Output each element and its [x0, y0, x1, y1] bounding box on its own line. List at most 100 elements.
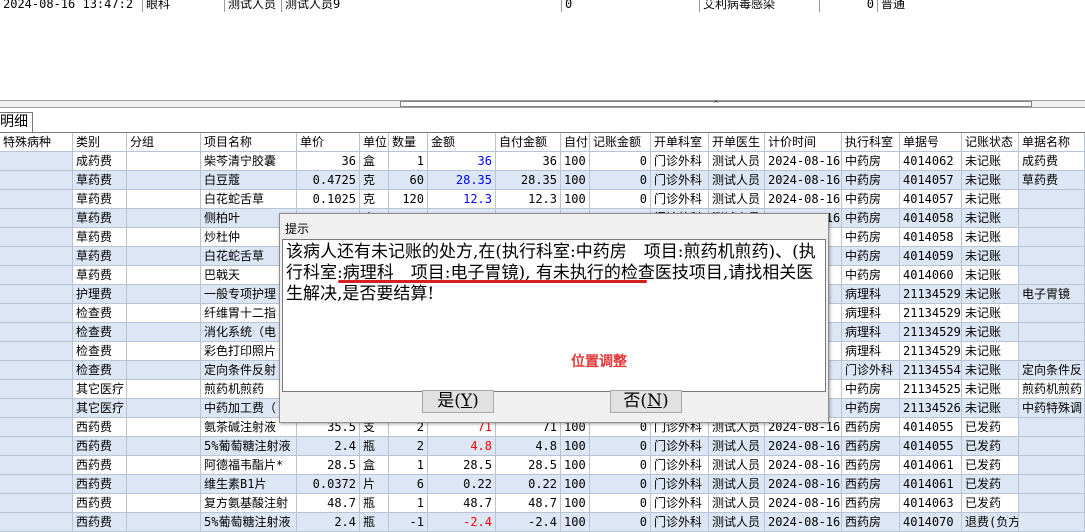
- cell-doc-name: [1019, 209, 1085, 228]
- panel-splitter[interactable]: ^: [0, 100, 1085, 108]
- cell-charge-status: 未记账: [962, 342, 1019, 361]
- cell-charge-time: 2024-08-16: [765, 475, 842, 494]
- cell-doc-no: 4014057: [900, 190, 962, 209]
- cell-quantity: 1: [389, 494, 428, 513]
- cell-group: [127, 323, 201, 342]
- cell-charge-time: 2024-08-16: [765, 437, 842, 456]
- table-row[interactable]: 草药费 白花蛇舌草 0.1025 克 120 12.3 12.3 100 0 门诊外科 测试人员 20…: [0, 190, 1085, 209]
- cell-self-pay-ratio: 100: [561, 190, 590, 209]
- table-row[interactable]: 西药费 5%葡萄糖注射液 2.4 瓶 -1 -2.4 -2.4 100 0 门诊外科 测试人员 202…: [0, 513, 1085, 532]
- cell-special-disease: [0, 209, 73, 228]
- cell-charge-status: 未记账: [962, 399, 1019, 418]
- cell-doc-no: 4014055: [900, 418, 962, 437]
- column-header-exec-dept[interactable]: 执行科室: [842, 133, 900, 152]
- column-header-charge-status[interactable]: 记账状态: [962, 133, 1019, 152]
- cell-doc-no: 21134529: [900, 323, 962, 342]
- cell-doc-name: 定向条件反: [1019, 361, 1085, 380]
- column-header-charge-time[interactable]: 计价时间: [765, 133, 842, 152]
- cell-order-doctor: 测试人员: [709, 152, 765, 171]
- cell-item-name: 5%葡萄糖注射液: [201, 513, 297, 532]
- cell-charge-status: 已发药: [962, 418, 1019, 437]
- cell-unit: 盒: [360, 152, 389, 171]
- top-type: 普通: [881, 0, 906, 11]
- cell-order-doctor: 测试人员: [709, 190, 765, 209]
- cell-special-disease: [0, 418, 73, 437]
- column-header-amount[interactable]: 金额: [428, 133, 496, 152]
- grid-header: 特殊病种 类别 分组 项目名称 单价 单位 数量 金额 自付金额 自付 记账金额 开单科室 开单医生 计价…: [0, 133, 1085, 152]
- cell-doc-no: 4014058: [900, 228, 962, 247]
- column-header-doc-no[interactable]: 单据号: [900, 133, 962, 152]
- cell-charge-status: 已发药: [962, 475, 1019, 494]
- cell-category: 检查费: [73, 304, 127, 323]
- cell-category: 护理费: [73, 285, 127, 304]
- cell-charge-amount: 0: [590, 190, 651, 209]
- column-header-item-name[interactable]: 项目名称: [201, 133, 297, 152]
- cell-item-name: 5%葡萄糖注射液: [201, 437, 297, 456]
- cell-group: [127, 380, 201, 399]
- cell-unit-price: 0.0372: [297, 475, 360, 494]
- cell-group: [127, 152, 201, 171]
- column-header-self-pay-ratio[interactable]: 自付: [561, 133, 590, 152]
- column-header-category[interactable]: 类别: [73, 133, 127, 152]
- table-row[interactable]: 西药费 复方氨基酸注射 48.7 瓶 1 48.7 48.7 100 0 门诊外科 测试人员 2024…: [0, 494, 1085, 513]
- column-header-order-dept[interactable]: 开单科室: [651, 133, 709, 152]
- no-hotkey: N: [647, 391, 662, 411]
- cell-group: [127, 456, 201, 475]
- cell-unit-price: 0.4725: [297, 171, 360, 190]
- column-header-unit-price[interactable]: 单价: [297, 133, 360, 152]
- cell-order-dept: 门诊外科: [651, 475, 709, 494]
- cell-special-disease: [0, 437, 73, 456]
- cell-self-pay-amount: 36: [496, 152, 561, 171]
- column-header-unit[interactable]: 单位: [360, 133, 389, 152]
- cell-charge-status: 未记账: [962, 228, 1019, 247]
- cell-order-dept: 门诊外科: [651, 437, 709, 456]
- cell-item-name: 柴芩清宁胶囊: [201, 152, 297, 171]
- table-row[interactable]: 西药费 5%葡萄糖注射液 2.4 瓶 2 4.8 4.8 100 0 门诊外科 测试人员 2024-0…: [0, 437, 1085, 456]
- tab-detail[interactable]: 明细: [0, 112, 33, 132]
- cell-charge-time: 2024-08-16: [765, 494, 842, 513]
- column-header-self-pay-amount[interactable]: 自付金额: [496, 133, 561, 152]
- cell-unit-price: 2.4: [297, 513, 360, 532]
- cell-special-disease: [0, 494, 73, 513]
- column-header-quantity[interactable]: 数量: [389, 133, 428, 152]
- cell-group: [127, 475, 201, 494]
- cell-doc-no: 21134529: [900, 304, 962, 323]
- top-record-row[interactable]: 2024-08-16 13:47:2 眼科 测试人员 测试人员9 0 艾利病毒感…: [0, 0, 1085, 12]
- cell-charge-amount: 0: [590, 437, 651, 456]
- cell-category: 西药费: [73, 475, 127, 494]
- cell-exec-dept: 中药房: [842, 266, 900, 285]
- position-adjust-label[interactable]: 位置调整: [571, 351, 627, 371]
- cell-group: [127, 209, 201, 228]
- cell-order-dept: 门诊外科: [651, 171, 709, 190]
- cell-category: 西药费: [73, 437, 127, 456]
- cell-order-doctor: 测试人员: [709, 475, 765, 494]
- splitter-grip[interactable]: ^: [400, 101, 1032, 108]
- no-button[interactable]: 否(N): [610, 390, 682, 413]
- table-row[interactable]: 草药费 白豆蔻 0.4725 克 60 28.35 28.35 100 0 门诊外科 测试人员 202…: [0, 171, 1085, 190]
- column-header-group[interactable]: 分组: [127, 133, 201, 152]
- cell-charge-status: 未记账: [962, 323, 1019, 342]
- cell-exec-dept: 西药房: [842, 494, 900, 513]
- cell-self-pay-ratio: 100: [561, 475, 590, 494]
- column-header-charge-amount[interactable]: 记账金额: [590, 133, 651, 152]
- cell-doc-no: 21134526: [900, 399, 962, 418]
- column-header-doc-name[interactable]: 单据名称: [1019, 133, 1085, 152]
- table-row[interactable]: 成药费 柴芩清宁胶囊 36 盒 1 36 36 100 0 门诊外科 测试人员 2024-08-16 中…: [0, 152, 1085, 171]
- cell-unit: 瓶: [360, 494, 389, 513]
- cell-charge-time: 2024-08-16: [765, 190, 842, 209]
- cell-amount: 48.7: [428, 494, 496, 513]
- cell-exec-dept: 病理科: [842, 342, 900, 361]
- cell-charge-amount: 0: [590, 456, 651, 475]
- column-header-order-doctor[interactable]: 开单医生: [709, 133, 765, 152]
- table-row[interactable]: 西药费 阿德福韦酯片* 28.5 盒 1 28.5 28.5 100 0 门诊外科 测试人员 2024…: [0, 456, 1085, 475]
- table-row[interactable]: 西药费 维生素B1片 0.0372 片 6 0.22 0.22 100 0 门诊外科 测试人员 202…: [0, 475, 1085, 494]
- cell-group: [127, 228, 201, 247]
- column-header-special-disease[interactable]: 特殊病种: [0, 133, 73, 152]
- cell-category: 其它医疗: [73, 380, 127, 399]
- cell-charge-time: 2024-08-16: [765, 152, 842, 171]
- cell-charge-status: 未记账: [962, 380, 1019, 399]
- cell-exec-dept: 西药房: [842, 513, 900, 532]
- yes-button[interactable]: 是(Y): [422, 390, 494, 413]
- cell-self-pay-ratio: 100: [561, 456, 590, 475]
- cell-charge-amount: 0: [590, 475, 651, 494]
